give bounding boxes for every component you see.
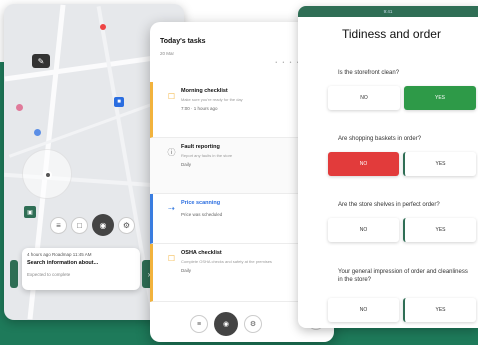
answer-group: NO YES [328, 298, 476, 322]
map-topbar [4, 4, 184, 20]
settings-icon: ⚙ [249, 321, 257, 328]
popup-title: Search information about... [27, 260, 99, 266]
answer-group: NO YES [328, 152, 476, 176]
layers-button[interactable]: ✎ [32, 54, 50, 68]
tasks-action-bar: ≡ ◉ ⚙ [190, 312, 262, 336]
list-button[interactable]: ≡ [190, 315, 208, 333]
map-action-bar: ≡ □ ◉ ⚙ [50, 214, 135, 236]
map-pin-icon[interactable] [34, 129, 41, 136]
edit-icon: ✎ [37, 56, 45, 66]
tidiness-screen: 9:41 Tidiness and order Is the storefron… [298, 6, 478, 328]
store-marker-icon[interactable]: ■ [114, 97, 124, 107]
task-popup-card[interactable]: 4 hours ago Roadmap 11:45 AM Search info… [22, 248, 140, 290]
popup-sub: Expected to complete [27, 272, 71, 277]
map-pin-icon[interactable] [100, 24, 106, 30]
answer-no-button[interactable]: NO [328, 86, 400, 110]
camera-button[interactable]: ◉ [214, 312, 238, 336]
store-marker-icon[interactable]: ▣ [24, 206, 36, 218]
settings-icon: ⚙ [122, 220, 131, 230]
stop-icon: □ [77, 220, 82, 230]
answer-no-button[interactable]: NO [328, 298, 399, 322]
settings-button[interactable]: ⚙ [244, 315, 262, 333]
checklist-icon: ☐ [167, 92, 176, 101]
question-label: Is the storefront clean? [338, 70, 400, 76]
answer-yes-button[interactable]: YES [403, 218, 476, 242]
status-bar: 9:41 [298, 6, 478, 17]
question-label: Your general impression of order and cle… [338, 269, 468, 283]
camera-icon: ◉ [99, 220, 107, 230]
answer-no-button[interactable]: NO [328, 152, 399, 176]
scan-icon: ⇢ [168, 204, 175, 213]
info-icon: ⓘ [167, 148, 176, 157]
answer-group: NO YES [328, 218, 476, 242]
answer-yes-button[interactable]: YES [403, 298, 476, 322]
settings-button[interactable]: ⚙ [118, 216, 135, 234]
map-pin-icon[interactable] [16, 104, 23, 111]
list-icon: ≡ [196, 320, 202, 328]
checklist-icon: ☐ [167, 254, 176, 263]
answer-yes-button[interactable]: YES [404, 86, 476, 110]
camera-icon: ◉ [222, 321, 230, 328]
camera-button[interactable]: ◉ [92, 214, 114, 236]
page-title: Tidiness and order [342, 27, 441, 41]
current-location-icon [44, 171, 52, 179]
answer-group: NO YES [328, 86, 476, 110]
popup-meta: 4 hours ago Roadmap 11:45 AM [27, 252, 92, 257]
popup-prev-button[interactable] [10, 260, 18, 288]
question-label: Are shopping baskets in order? [338, 136, 422, 142]
stop-button[interactable]: □ [71, 216, 88, 234]
list-button[interactable]: ≡ [50, 216, 67, 234]
question-label: Are the store shelves in perfect order? [338, 202, 440, 208]
current-location-radius [22, 149, 72, 199]
answer-no-button[interactable]: NO [328, 218, 399, 242]
list-icon: ≡ [56, 220, 61, 230]
answer-yes-button[interactable]: YES [403, 152, 476, 176]
